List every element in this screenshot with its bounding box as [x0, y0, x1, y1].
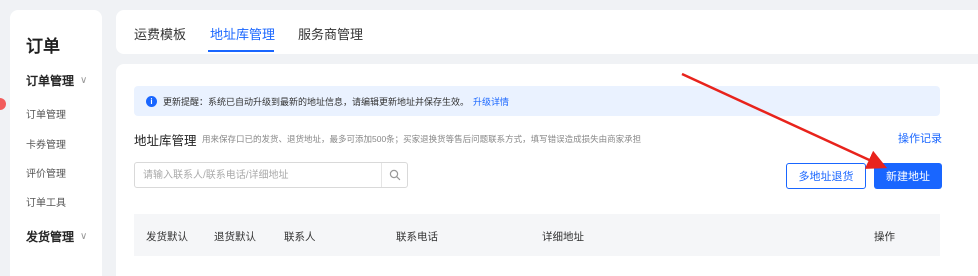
info-icon: i [146, 95, 157, 107]
tab-bar: 运费模板 地址库管理 服务商管理 [116, 10, 978, 54]
upgrade-details-link[interactable]: 升级详情 [473, 95, 509, 108]
search-input[interactable] [135, 163, 381, 187]
page-title: 地址库管理 [134, 134, 197, 148]
new-address-button[interactable]: 新建地址 [874, 163, 942, 189]
column-header-actions: 操作 [874, 231, 895, 243]
sidebar-group-label: 发货管理 [26, 230, 75, 244]
column-header-phone: 联系电话 [396, 231, 438, 243]
sidebar-title: 订单 [26, 37, 60, 56]
notice-text: 更新提醒：系统已自动升级到最新的地址信息，请编辑更新地址并保存生效。 [163, 96, 470, 107]
operation-record-link[interactable]: 操作记录 [898, 130, 942, 146]
sidebar-item-review-management[interactable]: 评价管理 [26, 165, 66, 180]
column-header-return-default: 退货默认 [214, 231, 256, 243]
search-box [134, 162, 408, 188]
tab-service-provider[interactable]: 服务商管理 [298, 24, 363, 43]
sidebar-item-order-management[interactable]: 订单管理 [26, 106, 66, 121]
column-header-address: 详细地址 [542, 231, 584, 243]
main-panel: i 更新提醒：系统已自动升级到最新的地址信息，请编辑更新地址并保存生效。 升级详… [116, 64, 978, 276]
tab-shipping-template[interactable]: 运费模板 [134, 24, 186, 43]
multi-address-return-button[interactable]: 多地址退货 [786, 163, 866, 189]
column-header-ship-default: 发货默认 [146, 231, 188, 243]
active-tab-indicator [208, 50, 274, 52]
tab-address-library[interactable]: 地址库管理 [210, 24, 275, 43]
sidebar-group-order-management[interactable]: 订单管理 ∨ [26, 72, 87, 89]
edge-marker [0, 98, 6, 110]
sidebar-group-shipping-management[interactable]: 发货管理 ∨ [26, 228, 87, 245]
chevron-down-icon: ∨ [80, 75, 88, 86]
page-description: 用来保存口已的发货、退货地址，最多可添加500条；买家退换货等售后问题联系方式，… [202, 134, 642, 144]
update-notice: i 更新提醒：系统已自动升级到最新的地址信息，请编辑更新地址并保存生效。 升级详… [134, 86, 940, 116]
column-header-contact: 联系人 [284, 231, 316, 243]
sidebar-item-order-tools[interactable]: 订单工具 [26, 194, 66, 209]
sidebar-group-label: 订单管理 [26, 74, 75, 88]
chevron-down-icon: ∨ [80, 231, 88, 242]
search-icon [389, 169, 400, 181]
sidebar-item-coupon-management[interactable]: 卡券管理 [26, 136, 66, 151]
search-button[interactable] [381, 163, 407, 187]
sidebar: 订单 订单管理 ∨ 订单管理 卡券管理 评价管理 订单工具 发货管理 ∨ [10, 10, 102, 276]
table-header: 发货默认 退货默认 联系人 联系电话 详细地址 操作 [134, 214, 940, 256]
